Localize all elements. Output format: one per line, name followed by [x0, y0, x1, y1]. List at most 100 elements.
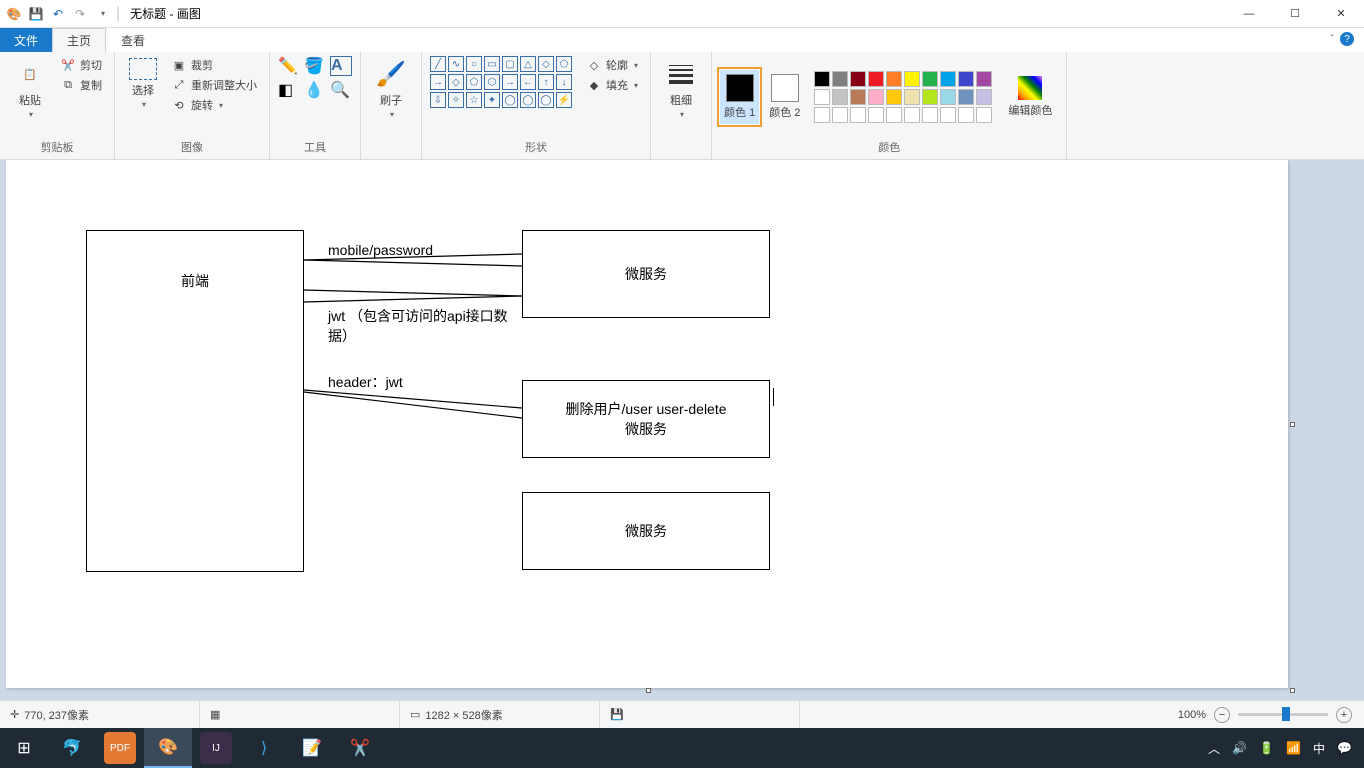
- eraser-tool-icon[interactable]: ◧: [278, 80, 300, 100]
- color-swatch[interactable]: [904, 89, 920, 105]
- group-clipboard: 📋 粘贴 ✂️剪切 ⧉复制 剪贴板: [0, 52, 115, 159]
- zoom-out-button[interactable]: −: [1214, 707, 1230, 723]
- undo-icon[interactable]: ↶: [50, 6, 66, 22]
- fill-button[interactable]: ◆填充: [582, 76, 642, 94]
- color-swatch[interactable]: [922, 71, 938, 87]
- maximize-button[interactable]: ☐: [1272, 0, 1318, 28]
- color-swatch[interactable]: [940, 71, 956, 87]
- save-icon[interactable]: 💾: [28, 6, 44, 22]
- brush-button[interactable]: 🖌️ 刷子: [369, 56, 413, 121]
- edit-colors-label: 编辑颜色: [1008, 102, 1052, 118]
- minimize-button[interactable]: —: [1226, 0, 1272, 28]
- color-swatch-empty[interactable]: [958, 107, 974, 123]
- taskbar-vscode[interactable]: ⟩: [240, 728, 288, 768]
- select-button[interactable]: 选择: [123, 56, 163, 111]
- shapes-gallery[interactable]: ╱∿○▭▢△◇⬠ →◇⬠⬡→←↑↓ ⇩✧☆✦◯◯◯⚡: [430, 56, 572, 108]
- color-swatch[interactable]: [922, 89, 938, 105]
- color-swatch-empty[interactable]: [940, 107, 956, 123]
- taskbar-app-2[interactable]: PDF: [104, 732, 136, 764]
- color-swatch[interactable]: [850, 71, 866, 87]
- resize-button[interactable]: ⤢重新调整大小: [167, 76, 261, 94]
- canvas-handle-bottom[interactable]: [646, 688, 651, 693]
- color1-swatch: [726, 74, 754, 102]
- palette-row-2[interactable]: [814, 89, 992, 105]
- group-shapes-label: 形状: [430, 137, 642, 157]
- color-swatch[interactable]: [832, 89, 848, 105]
- palette-row-1[interactable]: [814, 71, 992, 87]
- minimize-ribbon-icon[interactable]: ˇ: [1331, 34, 1334, 45]
- taskbar-notepad[interactable]: 📝: [288, 728, 336, 768]
- start-button[interactable]: ⊞: [0, 728, 48, 768]
- palette-row-3[interactable]: [814, 107, 992, 123]
- group-clipboard-label: 剪贴板: [8, 137, 106, 157]
- qat-dropdown-icon[interactable]: [94, 6, 110, 22]
- canvas[interactable]: 前端 微服务 删除用户/user user-delete 微服务 微服务 mob…: [6, 160, 1288, 688]
- cut-button[interactable]: ✂️剪切: [56, 56, 106, 74]
- color-swatch[interactable]: [904, 71, 920, 87]
- zoom-in-button[interactable]: +: [1336, 707, 1352, 723]
- color-swatch-empty[interactable]: [814, 107, 830, 123]
- group-tools: ✏️ 🪣 A ◧ 💧 🔍 工具: [270, 52, 361, 159]
- color-swatch[interactable]: [886, 89, 902, 105]
- color-swatch[interactable]: [976, 89, 992, 105]
- color-swatch-empty[interactable]: [832, 107, 848, 123]
- tray-ime[interactable]: 中: [1313, 740, 1325, 757]
- picker-tool-icon[interactable]: 💧: [304, 80, 326, 100]
- taskbar: ⊞ 🐬 PDF 🎨 IJ ⟩ 📝 ✂️ ︿ 🔊 🔋 📶 中 💬: [0, 728, 1364, 768]
- tray-volume-icon[interactable]: 🔊: [1232, 741, 1247, 755]
- color-swatch[interactable]: [940, 89, 956, 105]
- tray-chevron-icon[interactable]: ︿: [1208, 740, 1220, 757]
- color-swatch[interactable]: [868, 89, 884, 105]
- size-button[interactable]: 粗细: [659, 56, 703, 121]
- edit-colors-button[interactable]: 编辑颜色: [1002, 74, 1058, 120]
- rotate-button[interactable]: ⟲旋转: [167, 96, 261, 114]
- magnifier-tool-icon[interactable]: 🔍: [330, 80, 352, 100]
- color-swatch[interactable]: [958, 89, 974, 105]
- fill-tool-icon[interactable]: 🪣: [304, 56, 326, 76]
- color-swatch[interactable]: [850, 89, 866, 105]
- color-swatch[interactable]: [958, 71, 974, 87]
- color-swatch[interactable]: [814, 71, 830, 87]
- color-swatch-empty[interactable]: [850, 107, 866, 123]
- color-swatch[interactable]: [814, 89, 830, 105]
- close-button[interactable]: ✕: [1318, 0, 1364, 28]
- label-header-jwt: header：jwt: [328, 372, 403, 392]
- color-swatch-empty[interactable]: [904, 107, 920, 123]
- color-swatch-empty[interactable]: [922, 107, 938, 123]
- tray-wifi-icon[interactable]: 📶: [1286, 741, 1301, 755]
- color-swatch[interactable]: [886, 71, 902, 87]
- paste-button[interactable]: 📋 粘贴: [8, 56, 52, 121]
- tray-battery-icon[interactable]: 🔋: [1259, 741, 1274, 755]
- crop-button[interactable]: ▣裁剪: [167, 56, 261, 74]
- help-icon[interactable]: ?: [1340, 32, 1354, 46]
- zoom-thumb[interactable]: [1282, 707, 1290, 721]
- color-swatch-empty[interactable]: [868, 107, 884, 123]
- select-label: 选择: [132, 82, 154, 98]
- canvas-handle-right[interactable]: [1290, 422, 1295, 427]
- title-bar: 🎨 💾 ↶ ↷ | 无标题 - 画图 — ☐ ✕: [0, 0, 1364, 28]
- taskbar-intellij[interactable]: IJ: [200, 732, 232, 764]
- label-jwt: jwt （包含可访问的api接口数据）: [328, 306, 518, 346]
- zoom-slider[interactable]: [1238, 713, 1328, 716]
- redo-icon[interactable]: ↷: [72, 6, 88, 22]
- color-swatch[interactable]: [832, 71, 848, 87]
- tab-home[interactable]: 主页: [52, 28, 106, 52]
- canvas-handle-corner[interactable]: [1290, 688, 1295, 693]
- color-swatch[interactable]: [976, 71, 992, 87]
- color1-button[interactable]: 颜色 1: [720, 70, 759, 124]
- copy-button[interactable]: ⧉复制: [56, 76, 106, 94]
- text-tool-icon[interactable]: A: [330, 56, 352, 76]
- tray-notifications-icon[interactable]: 💬: [1337, 741, 1352, 755]
- taskbar-snip[interactable]: ✂️: [336, 728, 384, 768]
- size-label: 粗细: [670, 92, 692, 108]
- color2-button[interactable]: 颜色 2: [763, 72, 806, 122]
- color-swatch-empty[interactable]: [886, 107, 902, 123]
- tab-file[interactable]: 文件: [0, 28, 52, 52]
- taskbar-mspaint[interactable]: 🎨: [144, 728, 192, 768]
- tab-view[interactable]: 查看: [106, 28, 160, 52]
- outline-button[interactable]: ◇轮廓: [582, 56, 642, 74]
- pencil-tool-icon[interactable]: ✏️: [278, 56, 300, 76]
- taskbar-app-1[interactable]: 🐬: [48, 728, 96, 768]
- color-swatch-empty[interactable]: [976, 107, 992, 123]
- color-swatch[interactable]: [868, 71, 884, 87]
